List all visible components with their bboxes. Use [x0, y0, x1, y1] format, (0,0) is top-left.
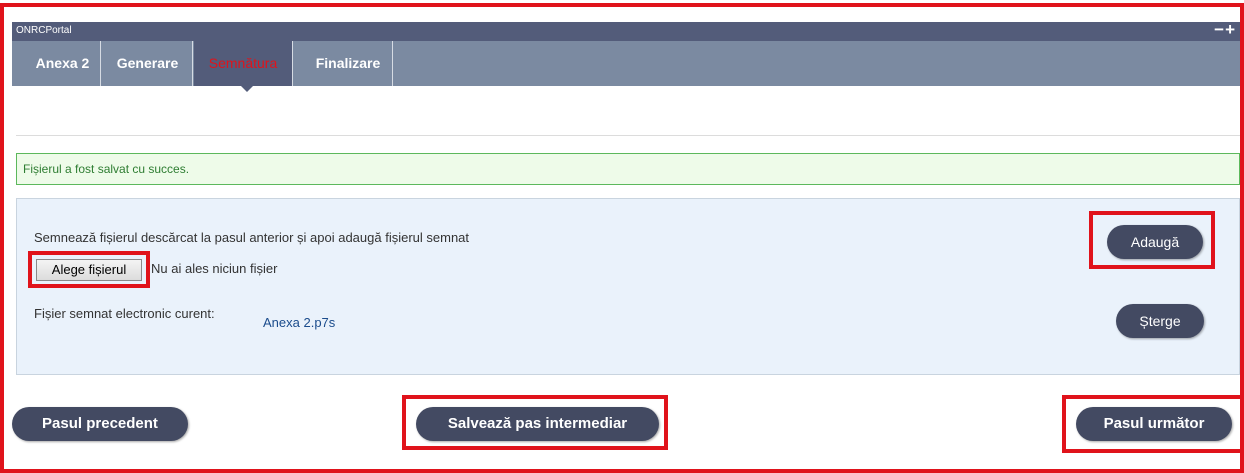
next-step-button[interactable]: Pasul următor	[1076, 407, 1232, 441]
tab-anexa-2[interactable]: Anexa 2	[25, 41, 101, 86]
divider	[16, 135, 1240, 136]
tab-finalizare[interactable]: Finalizare	[304, 41, 393, 86]
add-button[interactable]: Adaugă	[1107, 225, 1203, 259]
delete-button[interactable]: Șterge	[1116, 304, 1204, 338]
upload-instruction: Semnează fișierul descărcat la pasul ant…	[34, 230, 470, 245]
tab-semnatura[interactable]: Semnătura	[194, 41, 293, 86]
choose-file-button[interactable]: Alege fișierul	[36, 259, 142, 281]
previous-step-button[interactable]: Pasul precedent	[12, 407, 188, 441]
save-intermediate-button[interactable]: Salvează pas intermediar	[416, 407, 659, 441]
upload-panel	[16, 198, 1240, 375]
no-file-chosen-text: Nu ai ales niciun fișier	[151, 261, 278, 276]
success-alert: Fișierul a fost salvat cu succes.	[16, 153, 1240, 185]
window-controls-icon[interactable]: −+	[1214, 20, 1236, 40]
portal-header	[12, 22, 1240, 41]
portal-title: ONRCPortal	[16, 25, 72, 36]
active-tab-pointer-icon	[241, 86, 253, 92]
current-signed-file-link[interactable]: Anexa 2.p7s	[263, 315, 335, 330]
tab-generare[interactable]: Generare	[103, 41, 193, 86]
current-signed-file-label: Fișier semnat electronic curent:	[34, 306, 215, 321]
